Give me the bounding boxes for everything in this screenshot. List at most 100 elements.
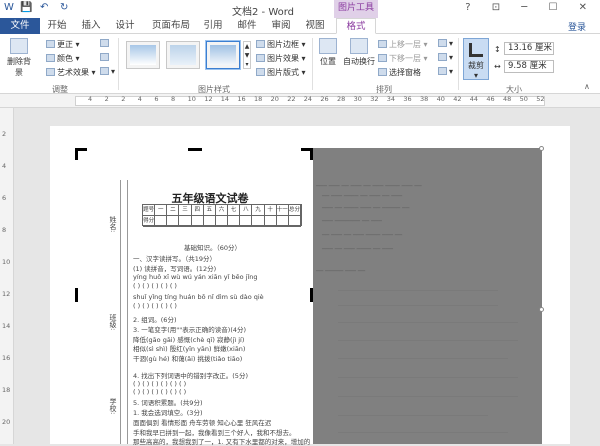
ruler-tick-label: 42 <box>453 95 462 103</box>
login-link[interactable]: 登录 <box>568 20 586 33</box>
answer-line <box>338 290 498 291</box>
picture-border-icon <box>256 40 265 48</box>
picture-border-button[interactable]: 图片边框 ▾ <box>256 39 306 50</box>
change-picture-icon <box>100 53 109 61</box>
score-value-cell <box>167 216 180 226</box>
score-table: 题号一二三四五六七八九十十一 总分 得分 <box>142 204 302 227</box>
crop-button[interactable]: 裁剪 ▾ <box>463 38 489 80</box>
tab-design[interactable]: 设计 <box>110 18 140 34</box>
group-button[interactable]: ▾ <box>438 53 453 62</box>
picture-style-2[interactable] <box>166 41 200 69</box>
score-value-row: 得分 <box>143 216 302 227</box>
change-picture-button[interactable] <box>100 53 111 62</box>
ruler-tick-label: 46 <box>486 95 495 103</box>
question-1: 一、汉字读拼写。（共19分） <box>133 255 217 263</box>
rotate-button[interactable]: ▾ <box>438 67 453 76</box>
collapse-ribbon-icon[interactable]: ∧ <box>584 82 590 91</box>
question-5: 5. 词语积累题。(共9分) <box>133 399 203 407</box>
ruler-tick-label: 22 <box>287 95 296 103</box>
redo-icon[interactable]: ↻ <box>60 2 68 13</box>
pinyin-line-1: yíng huǒ xī wù wú yán xiān yǐ bēo jǐng <box>133 273 258 281</box>
ruler-tick-label: 12 <box>204 95 213 103</box>
tab-file[interactable]: 文件 <box>0 18 40 34</box>
horizontal-ruler[interactable]: 4 2 2 4 6 8 10 12 14 16 18 20 22 24 26 28 30 32 34 36 38 40 42… <box>0 94 600 108</box>
picture-tools-context-label: 图片工具 <box>334 0 378 18</box>
ruler-tick-label: 26 <box>320 95 329 103</box>
score-value-cell <box>204 216 216 226</box>
answer-line <box>338 305 498 306</box>
ruler-tick-label: 20 <box>270 95 279 103</box>
height-field[interactable]: 13.16 厘米 <box>504 42 554 55</box>
crop-handle-right[interactable] <box>310 288 313 302</box>
color-button[interactable]: 颜色 ▾ <box>46 53 80 64</box>
vertical-ruler-tick-label: 16 <box>2 354 11 362</box>
score-header-cell: 七 <box>228 205 241 215</box>
score-header-cell: 四 <box>192 205 204 215</box>
dim-text-line: ─── ─────── ── ─── <box>322 218 382 225</box>
save-icon[interactable]: 💾 <box>20 2 32 13</box>
artistic-effects-icon <box>46 68 55 76</box>
tab-insert[interactable]: 插入 <box>76 18 106 34</box>
word-bank: 面面俱到 看情形面 舟车劳顿 知心心里 狂风在迟 <box>133 419 272 427</box>
tab-mailings[interactable]: 邮件 <box>232 18 262 34</box>
vertical-ruler[interactable]: 2 4 6 8 10 12 14 16 18 20 <box>0 108 14 444</box>
vertical-ruler-tick-label: 8 <box>2 226 7 234</box>
tab-format[interactable]: 格式 <box>336 18 376 34</box>
ruler-tick-label: 36 <box>403 95 412 103</box>
resize-handle-right[interactable] <box>539 307 544 312</box>
score-value-cell <box>155 216 168 226</box>
ribbon-tab-bar: 文件 开始 插入 设计 页面布局 引用 邮件 审阅 视图 格式 登录 <box>0 18 600 34</box>
tab-home[interactable]: 开始 <box>42 18 72 34</box>
picture-layout-button[interactable]: 图片版式 ▾ <box>256 67 306 78</box>
tab-page-layout[interactable]: 页面布局 <box>146 18 196 34</box>
position-button[interactable]: 位置 <box>316 38 340 67</box>
compress-pictures-button[interactable] <box>100 39 111 48</box>
bracket-line-1: ( ) ( ) ( ) ( ) ( ) <box>133 282 177 290</box>
corrections-button[interactable]: 更正 ▾ <box>46 39 80 50</box>
score-header-cell: 十 <box>265 205 277 215</box>
styles-gallery-scroll[interactable]: ▲ ▼ ▾ <box>243 41 251 69</box>
tab-review[interactable]: 审阅 <box>266 18 296 34</box>
score-header-cell: 十一 <box>276 205 289 215</box>
send-backward-button[interactable]: 下移一层 ▾ <box>378 53 428 64</box>
score-value-cell: 得分 <box>143 216 156 226</box>
remove-background-button[interactable]: 删除背景 <box>4 38 34 78</box>
picture-effects-button[interactable]: 图片效果 ▾ <box>256 53 306 64</box>
ruler-tick-label: 10 <box>187 95 196 103</box>
position-icon <box>319 38 337 54</box>
bring-forward-button[interactable]: 上移一层 ▾ <box>378 39 428 50</box>
crop-handle-top-left-v[interactable] <box>75 148 78 160</box>
question-2: 2. 组词。(6分) <box>133 316 177 324</box>
crop-handle-top-right-v[interactable] <box>310 148 313 160</box>
align-button[interactable]: ▾ <box>438 39 453 48</box>
fill-line-3: 干涸(gù hé) 和蔼(ǎi) 挑拨(tiǎo tiāo) <box>133 355 243 363</box>
picture-style-1[interactable] <box>126 41 160 69</box>
send-backward-icon <box>378 54 387 62</box>
width-field[interactable]: 9.58 厘米 <box>504 60 554 73</box>
question-1a: (1) 读拼音，写词语。(12分) <box>133 265 217 273</box>
reset-picture-button[interactable]: ▾ <box>100 67 115 76</box>
ruler-tick-label: 52 <box>536 95 545 103</box>
window-controls[interactable]: ? ⊡ ─ ☐ ✕ <box>465 2 596 13</box>
picture-style-3[interactable] <box>206 41 240 69</box>
rotate-icon <box>438 67 447 75</box>
dim-text-line: ─── ─── ── ─── ── ─── ──── ─── ── <box>316 183 422 190</box>
bring-forward-icon <box>378 40 387 48</box>
artistic-effects-button[interactable]: 艺术效果 ▾ <box>46 67 96 78</box>
ruler-tick-label: 28 <box>337 95 346 103</box>
answer-line <box>338 396 518 397</box>
undo-icon[interactable]: ↶ <box>40 2 48 13</box>
score-value-cell <box>240 216 253 226</box>
selection-pane-button[interactable]: 选择窗格 <box>378 67 421 78</box>
crop-handle-top[interactable] <box>188 148 202 151</box>
wrap-text-button[interactable]: 自动换行 <box>342 38 376 67</box>
selection-pane-icon <box>378 68 387 76</box>
tab-view[interactable]: 视图 <box>300 18 330 34</box>
ruler-tick-label: 50 <box>519 95 528 103</box>
tab-references[interactable]: 引用 <box>198 18 228 34</box>
crop-handle-left[interactable] <box>75 288 78 302</box>
ruler-tick-label: 48 <box>503 95 512 103</box>
answer-line <box>338 340 518 341</box>
resize-handle-top-right[interactable] <box>539 146 544 151</box>
ruler-tick-label: 40 <box>436 95 445 103</box>
